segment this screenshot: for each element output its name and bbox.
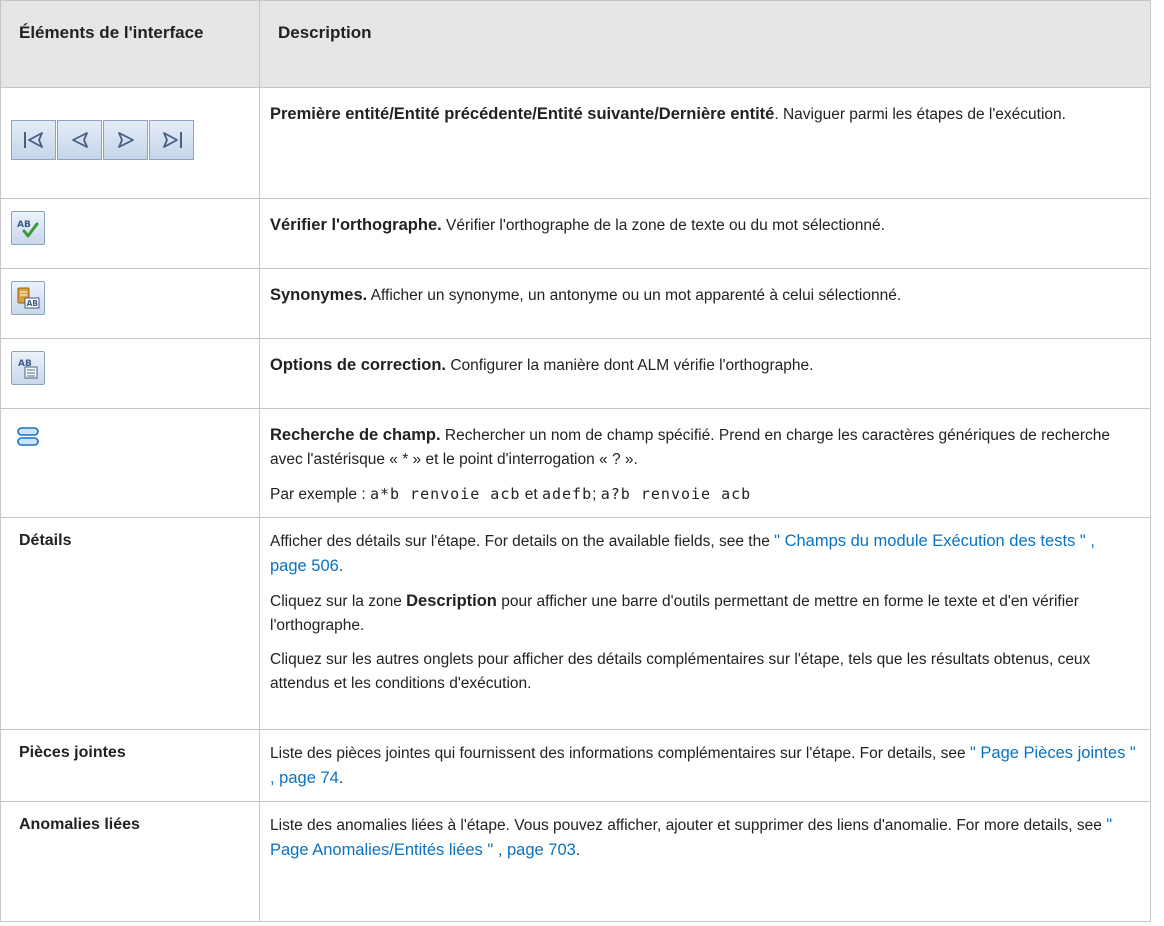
thesaurus-icon: AB xyxy=(17,287,40,309)
header-description: Description xyxy=(259,0,1151,88)
svg-text:AB: AB xyxy=(27,299,39,308)
details-text-2-bold: Description xyxy=(406,592,497,610)
first-entity-icon xyxy=(23,132,43,148)
attachments-text-end: . xyxy=(338,770,344,787)
spelling-options-icon: AB xyxy=(18,359,38,379)
header-ui-elements: Éléments de l'interface xyxy=(0,0,260,88)
example-code-2: adefb xyxy=(541,485,593,503)
table-row: AB Vérifier l'orthographe. Vérifier l'or… xyxy=(0,198,1151,269)
table-row: Anomalies liées Liste des anomalies liée… xyxy=(0,801,1151,922)
last-entity-icon xyxy=(162,132,182,148)
table-row: Première entité/Entité précédente/Entité… xyxy=(0,87,1151,199)
table-row: Pièces jointes Liste des pièces jointes … xyxy=(0,729,1151,802)
previous-entity-button[interactable] xyxy=(57,120,102,160)
linked-defects-text-end: . xyxy=(575,842,581,859)
element-cell: AB xyxy=(0,338,260,409)
spell-check-text: Vérifier l'orthographe de la zone de tex… xyxy=(441,217,885,234)
entity-nav-text: . Naviguer parmi les étapes de l'exécuti… xyxy=(774,106,1066,123)
description-cell: Première entité/Entité précédente/Entité… xyxy=(259,87,1151,199)
example-prefix: Par exemple : xyxy=(270,486,370,503)
last-entity-button[interactable] xyxy=(149,120,194,160)
navigation-button-group xyxy=(11,120,249,160)
example-mid: et xyxy=(520,486,542,503)
table-row: Détails Afficher des détails sur l'étape… xyxy=(0,517,1151,730)
previous-entity-icon xyxy=(71,132,88,148)
details-text-1: Afficher des détails sur l'étape. For de… xyxy=(270,533,775,550)
spelling-options-title: Options de correction. xyxy=(270,356,447,374)
spelling-options-button[interactable]: AB xyxy=(11,351,45,385)
description-cell: Liste des anomalies liées à l'étape. Vou… xyxy=(259,801,1151,922)
element-cell xyxy=(0,87,260,199)
details-text-2-prefix: Cliquez sur la zone xyxy=(270,593,407,610)
next-entity-button[interactable] xyxy=(103,120,148,160)
spelling-options-text: Configurer la manière dont ALM vérifie l… xyxy=(446,357,814,374)
element-cell: AB xyxy=(0,268,260,339)
ui-elements-table: Éléments de l'interface Description Prem… xyxy=(0,0,1151,922)
linked-defects-text: Liste des anomalies liées à l'étape. Vou… xyxy=(270,817,1107,834)
entity-nav-title: Première entité/Entité précédente/Entité… xyxy=(270,105,775,123)
element-cell-linked-defects: Anomalies liées xyxy=(0,801,260,922)
thesaurus-title: Synonymes. xyxy=(270,286,368,304)
table-row: Recherche de champ. Rechercher un nom de… xyxy=(0,408,1151,518)
spell-check-button[interactable]: AB xyxy=(11,211,45,245)
description-cell: Liste des pièces jointes qui fournissent… xyxy=(259,729,1151,802)
next-entity-icon xyxy=(117,132,134,148)
table-row: AB Options de correction. Configurer la … xyxy=(0,338,1151,409)
field-search-icon xyxy=(17,427,39,446)
table-row: AB Synonymes. Afficher un synonyme, un a… xyxy=(0,268,1151,339)
description-cell: Recherche de champ. Rechercher un nom de… xyxy=(259,408,1151,518)
description-cell: Afficher des détails sur l'étape. For de… xyxy=(259,517,1151,730)
element-cell: AB xyxy=(0,198,260,269)
field-search-title: Recherche de champ. xyxy=(270,426,441,444)
thesaurus-text: Afficher un synonyme, un antonyme ou un … xyxy=(367,287,902,304)
description-cell: Vérifier l'orthographe. Vérifier l'ortho… xyxy=(259,198,1151,269)
element-cell-attachments: Pièces jointes xyxy=(0,729,260,802)
spell-check-title: Vérifier l'orthographe. xyxy=(270,216,442,234)
table-header-row: Éléments de l'interface Description xyxy=(0,0,1151,88)
description-cell: Synonymes. Afficher un synonyme, un anto… xyxy=(259,268,1151,339)
example-code-1: a*b renvoie acb xyxy=(369,485,521,503)
thesaurus-button[interactable]: AB xyxy=(11,281,45,315)
first-entity-button[interactable] xyxy=(11,120,56,160)
details-text-1-end: . xyxy=(338,558,344,575)
example-code-3: a?b renvoie acb xyxy=(600,485,752,503)
spell-check-icon: AB xyxy=(17,220,39,238)
element-cell-details: Détails xyxy=(0,517,260,730)
details-text-3: Cliquez sur les autres onglets pour affi… xyxy=(270,651,1091,692)
description-cell: Options de correction. Configurer la man… xyxy=(259,338,1151,409)
attachments-text: Liste des pièces jointes qui fournissent… xyxy=(270,745,970,762)
element-cell xyxy=(0,408,260,518)
example-sep: ; xyxy=(592,486,601,503)
svg-text:AB: AB xyxy=(17,220,31,230)
field-search-button[interactable] xyxy=(11,420,45,454)
